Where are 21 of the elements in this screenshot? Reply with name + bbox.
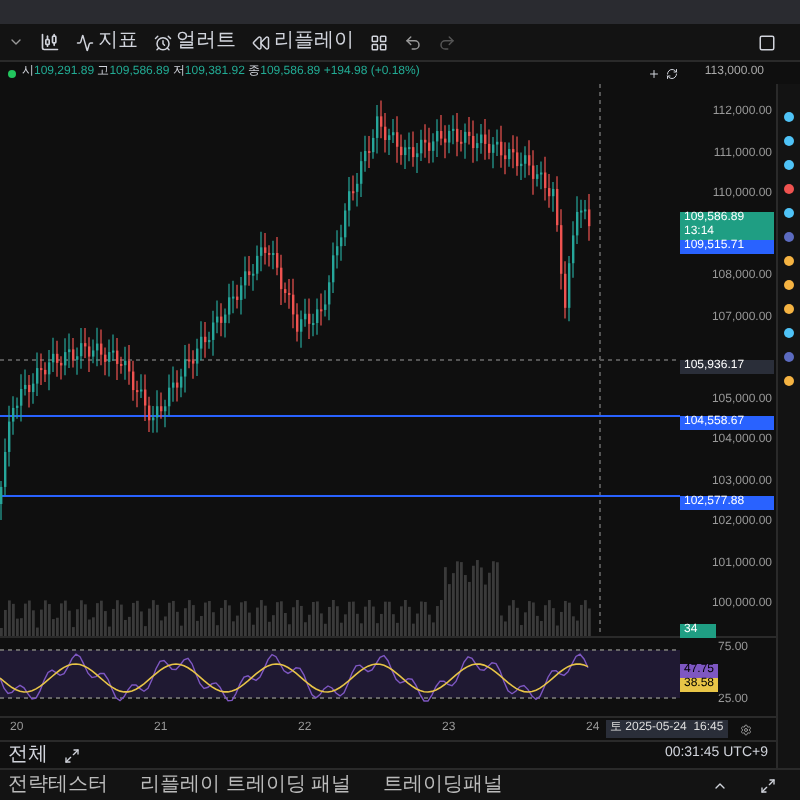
- redo-icon[interactable]: [438, 33, 456, 51]
- toolbar-icon: [252, 33, 270, 51]
- toolbar-icon: [154, 33, 172, 51]
- toolbar-button[interactable]: 지표: [76, 32, 138, 52]
- refresh-icon[interactable]: [666, 67, 678, 79]
- plus-icon[interactable]: [648, 67, 660, 79]
- caret-icon[interactable]: [8, 34, 24, 50]
- undo-icon[interactable]: [404, 33, 422, 51]
- toolbar-icon: [76, 33, 94, 51]
- fullscreen-icon[interactable]: [758, 33, 776, 51]
- toolbar-button[interactable]: 얼러트: [154, 32, 236, 52]
- panel-tab[interactable]: 트레이딩패널: [383, 775, 504, 795]
- maximize-icon[interactable]: [760, 777, 776, 793]
- toolbar-button[interactable]: 리플레이: [252, 32, 354, 52]
- panel-tab[interactable]: 리플레이 트레이딩 패널: [140, 775, 352, 795]
- panel-tab[interactable]: 전략테스터: [8, 775, 108, 795]
- zoom-icon[interactable]: [64, 747, 80, 763]
- candles-icon[interactable]: [40, 32, 60, 52]
- grid-icon[interactable]: [370, 33, 388, 51]
- settings-icon[interactable]: [740, 723, 752, 735]
- range-button[interactable]: 전체: [8, 745, 48, 765]
